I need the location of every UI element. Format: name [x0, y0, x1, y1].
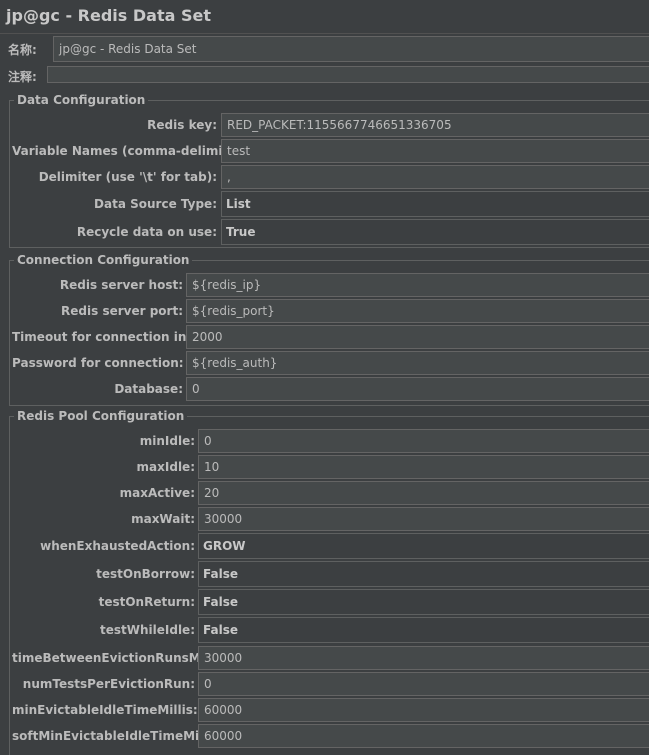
data-configuration-legend: Data Configuration — [14, 93, 149, 107]
data-source-type-select[interactable]: List — [221, 191, 649, 217]
when-exhausted-action-select[interactable]: GROW — [198, 533, 649, 559]
min-idle-input[interactable]: 0 — [198, 429, 649, 453]
max-active-input[interactable]: 20 — [198, 481, 649, 505]
window-title: jp@gc - Redis Data Set — [6, 6, 211, 25]
connection-configuration-legend: Connection Configuration — [14, 253, 193, 267]
comment-label: 注释: — [8, 70, 37, 84]
redis-host-label: Redis server host: — [59, 278, 183, 292]
data-source-type-label: Data Source Type: — [94, 197, 217, 211]
soft-min-evictable-idle-time-label: softMinEvictableIdleTimeMillis: — [12, 729, 224, 743]
soft-min-evictable-idle-time-input[interactable]: 60000 — [198, 724, 649, 748]
redis-port-label: Redis server port: — [61, 304, 183, 318]
test-on-return-label: testOnReturn: — [98, 595, 195, 609]
test-on-borrow-label: testOnBorrow: — [96, 567, 195, 581]
password-label: Password for connection: — [12, 356, 184, 370]
recycle-data-select[interactable]: True — [221, 219, 649, 245]
num-tests-per-eviction-run-input[interactable]: 0 — [198, 672, 649, 696]
redis-port-input[interactable]: ${redis_port} — [186, 299, 649, 323]
time-between-eviction-runs-input[interactable]: 30000 — [198, 646, 649, 670]
name-input[interactable]: jp@gc - Redis Data Set — [53, 36, 649, 62]
title-separator — [0, 33, 649, 34]
time-between-eviction-runs-label: timeBetweenEvictionRunsMillis: — [12, 651, 230, 665]
redis-host-input[interactable]: ${redis_ip} — [186, 273, 649, 297]
database-label: Database: — [114, 382, 183, 396]
comment-input[interactable] — [47, 66, 649, 83]
recycle-data-label: Recycle data on use: — [76, 225, 217, 239]
max-wait-input[interactable]: 30000 — [198, 507, 649, 531]
variable-names-input[interactable]: test — [221, 139, 649, 163]
redis-key-label: Redis key: — [147, 118, 217, 132]
redis-key-input[interactable]: RED_PACKET:1155667746651336705 — [221, 113, 649, 137]
test-while-idle-select[interactable]: False — [198, 617, 649, 643]
num-tests-per-eviction-run-label: numTestsPerEvictionRun: — [22, 677, 195, 691]
delimiter-label: Delimiter (use '\t' for tab): — [38, 170, 217, 184]
min-evictable-idle-time-input[interactable]: 60000 — [198, 698, 649, 722]
name-label: 名称: — [8, 43, 37, 57]
when-exhausted-action-label: whenExhaustedAction: — [40, 539, 195, 553]
min-evictable-idle-time-label: minEvictableIdleTimeMillis: — [12, 703, 198, 717]
password-input[interactable]: ${redis_auth} — [186, 351, 649, 375]
max-active-label: maxActive: — [119, 486, 195, 500]
max-idle-input[interactable]: 10 — [198, 455, 649, 479]
delimiter-input[interactable]: , — [221, 165, 649, 189]
database-input[interactable]: 0 — [186, 377, 649, 401]
max-wait-label: maxWait: — [131, 512, 195, 526]
min-idle-label: minIdle: — [139, 434, 195, 448]
test-while-idle-label: testWhileIdle: — [99, 623, 195, 637]
timeout-label: Timeout for connection in ms: — [12, 330, 215, 344]
test-on-borrow-select[interactable]: False — [198, 561, 649, 587]
timeout-input[interactable]: 2000 — [186, 325, 649, 349]
test-on-return-select[interactable]: False — [198, 589, 649, 615]
max-idle-label: maxIdle: — [136, 460, 195, 474]
redis-pool-configuration-legend: Redis Pool Configuration — [14, 409, 188, 423]
variable-names-label: Variable Names (comma-delimited): — [12, 144, 256, 158]
